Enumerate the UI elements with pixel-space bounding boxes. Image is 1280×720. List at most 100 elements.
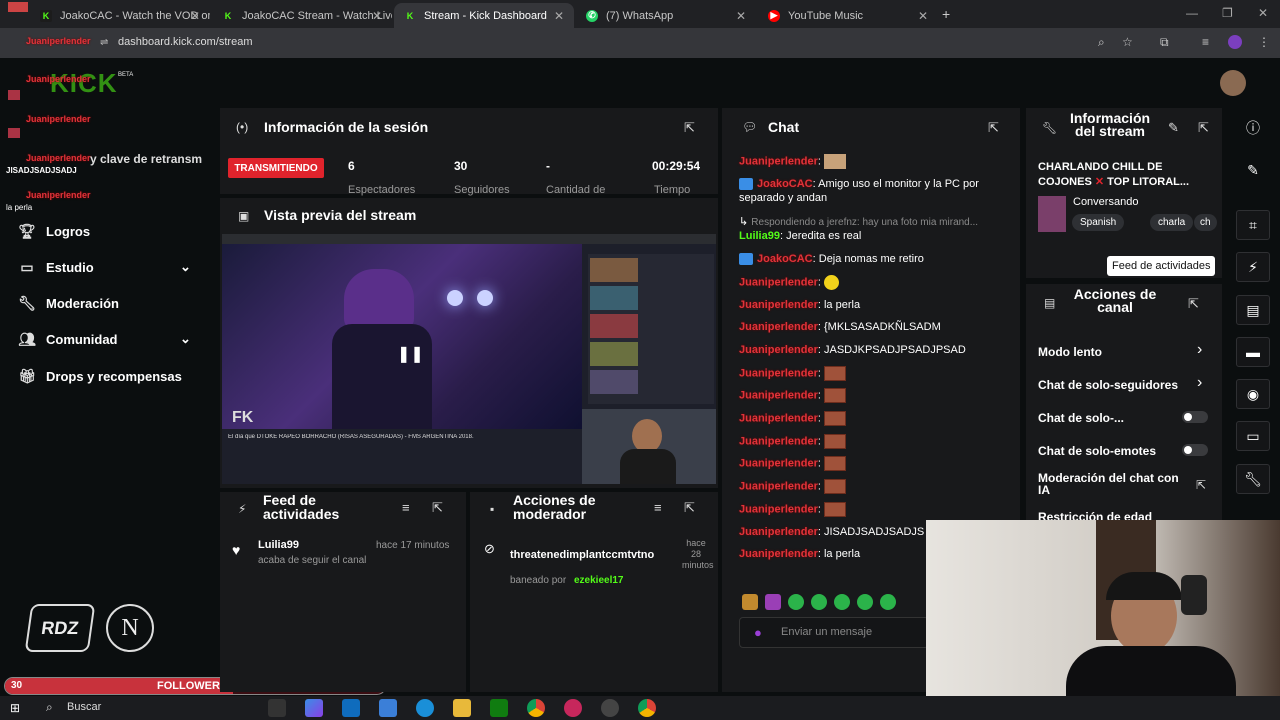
emote-icon[interactable] — [834, 594, 850, 610]
edge-icon[interactable] — [416, 699, 434, 717]
chat-username[interactable]: JoakoCAC — [757, 178, 813, 190]
chat-username[interactable]: Juaniperlender — [739, 435, 818, 447]
chat-username[interactable]: Juaniperlender — [739, 321, 818, 333]
activity-bolt-icon[interactable]: ⚡︎ — [1236, 252, 1270, 282]
popout-icon[interactable]: ⇱ — [1188, 296, 1199, 312]
emote-icon[interactable] — [880, 594, 896, 610]
search-icon[interactable]: ⌕ — [46, 700, 53, 715]
external-link-icon[interactable]: ⇱ — [1196, 478, 1206, 492]
emote-icon[interactable] — [788, 594, 804, 610]
maximize-icon[interactable]: ❐ — [1222, 6, 1233, 20]
chat-username[interactable]: Juaniperlender — [739, 155, 818, 167]
filter-icon[interactable]: ≡ — [402, 500, 410, 515]
sidebar-item-drops[interactable]: 🎁︎ Drops y recompensas — [18, 368, 182, 385]
broadcast-icon[interactable]: ◉ — [1236, 379, 1270, 409]
tab-dashboard[interactable]: K Stream - Kick Dashboard ✕ — [394, 3, 574, 28]
sidebar-item-estudio[interactable]: ▭ Estudio ⌄ — [18, 259, 198, 276]
close-icon[interactable]: ✕ — [554, 9, 564, 23]
popout-icon[interactable]: ⇱ — [988, 120, 999, 136]
camera-icon[interactable]: ⌗ — [1236, 210, 1270, 240]
windows-start-icon[interactable]: ⊞ — [10, 701, 20, 715]
app-icon[interactable] — [564, 699, 582, 717]
chat-username[interactable]: Juaniperlender — [739, 503, 818, 515]
chrome-icon[interactable] — [638, 699, 656, 717]
chat-username[interactable]: Juaniperlender — [739, 367, 818, 379]
setting-age-restriction[interactable]: Restricción de edad — [1038, 510, 1152, 520]
tag-chip[interactable]: charla — [1150, 214, 1194, 231]
chrome-icon[interactable] — [527, 699, 545, 717]
extensions-icon[interactable]: ⧉ — [1160, 35, 1169, 50]
mod-target-user[interactable]: threatenedimplantccmtvtno — [510, 549, 654, 561]
tab-live[interactable]: K JoakoCAC Stream - Watch Live ✕ — [212, 3, 392, 28]
browser-menu-icon[interactable]: ⋮ — [1258, 35, 1270, 49]
edit-pencil-icon[interactable]: ✎ — [1236, 155, 1270, 185]
mod-actor[interactable]: ezekieel17 — [574, 575, 624, 586]
emotes-only-toggle[interactable] — [1182, 444, 1208, 456]
minimize-icon[interactable]: — — [1186, 6, 1198, 20]
window-close-icon[interactable]: ✕ — [1258, 6, 1268, 20]
profile-avatar[interactable] — [1228, 35, 1242, 49]
wrench-icon[interactable]: 🔧︎ — [1236, 464, 1270, 494]
chat-username[interactable]: Juaniperlender — [739, 390, 818, 402]
popout-icon[interactable]: ⇱ — [432, 500, 443, 516]
emote-icon[interactable] — [742, 594, 758, 610]
edit-pencil-icon[interactable]: ✎ — [1168, 120, 1179, 136]
user-avatar[interactable] — [1220, 70, 1246, 96]
info-icon[interactable]: ⓘ — [1236, 113, 1270, 143]
chevron-right-icon[interactable]: › — [1197, 374, 1202, 392]
category-name[interactable]: Conversando — [1073, 196, 1138, 208]
tag-chip[interactable]: Spanish — [1072, 214, 1125, 231]
chat-bubble-icon[interactable]: ▬ — [1236, 337, 1270, 367]
tab-youtube-music[interactable]: ▶ YouTube Music ✕ — [758, 3, 938, 28]
close-icon[interactable]: ✕ — [372, 9, 382, 23]
chat-username[interactable]: Juaniperlender — [739, 548, 818, 560]
chat-username[interactable]: Juaniperlender — [739, 344, 818, 356]
chat-username[interactable]: Luilia99 — [739, 230, 780, 242]
sidebar-item-comunidad[interactable]: 👥︎ Comunidad ⌄ — [18, 331, 198, 348]
screen-icon[interactable]: ▭ — [1236, 421, 1270, 451]
sidebar-item-logros[interactable]: 🏆︎ Logros — [18, 223, 90, 240]
media-icon[interactable]: ≡ — [1202, 35, 1209, 49]
popout-icon[interactable]: ⇱ — [684, 120, 695, 136]
new-tab-button[interactable]: + — [942, 6, 950, 22]
chevron-right-icon[interactable]: › — [1197, 341, 1202, 359]
subs-only-toggle[interactable] — [1182, 411, 1208, 423]
mail-icon[interactable] — [379, 699, 397, 717]
bookmark-star-icon[interactable]: ☆ — [1122, 35, 1133, 49]
close-icon[interactable]: ✕ — [918, 9, 928, 23]
popout-icon[interactable]: ⇱ — [1198, 120, 1209, 136]
setting-slow-mode[interactable]: Modo lento — [1038, 345, 1102, 359]
taskbar-search[interactable]: Buscar — [67, 701, 101, 713]
task-view-icon[interactable] — [268, 699, 286, 717]
setting-ai-moderation[interactable]: Moderación del chat con IA — [1038, 472, 1188, 496]
store-icon[interactable] — [342, 699, 360, 717]
close-icon[interactable]: ✕ — [736, 9, 746, 23]
feed-username[interactable]: Luilia99 — [258, 539, 299, 551]
setting-followers-only[interactable]: Chat de solo-seguidores — [1038, 378, 1178, 392]
chat-username[interactable]: Juaniperlender — [739, 299, 818, 311]
filter-icon[interactable]: ≡ — [654, 500, 662, 515]
zoom-icon[interactable]: ⌕ — [1098, 35, 1105, 50]
copilot-icon[interactable] — [305, 699, 323, 717]
emote-icon[interactable] — [857, 594, 873, 610]
popout-icon[interactable]: ⇱ — [684, 500, 695, 516]
obs-icon[interactable] — [601, 699, 619, 717]
document-icon[interactable]: ▤ — [1236, 295, 1270, 325]
explorer-icon[interactable] — [453, 699, 471, 717]
chat-username[interactable]: Juaniperlender — [739, 481, 818, 493]
chat-username[interactable]: Juaniperlender — [739, 458, 818, 470]
sidebar-item-moderacion[interactable]: 🔧︎ Moderación — [18, 295, 119, 312]
emote-icon[interactable] — [765, 594, 781, 610]
chat-input[interactable]: ● Enviar un mensaje — [739, 617, 929, 648]
chat-username[interactable]: Juaniperlender — [739, 276, 818, 288]
chat-username[interactable]: Juaniperlender — [739, 412, 818, 424]
chat-username[interactable]: JoakoCAC — [757, 253, 813, 265]
xbox-icon[interactable] — [490, 699, 508, 717]
tag-chip[interactable]: ch — [1194, 214, 1217, 231]
tab-whatsapp[interactable]: ✆ (7) WhatsApp ✕ — [576, 3, 756, 28]
pause-icon[interactable]: ❚❚ — [397, 344, 424, 364]
chat-username[interactable]: Juaniperlender — [739, 526, 818, 538]
microphone-icon[interactable]: ● — [754, 625, 762, 640]
emote-icon[interactable] — [811, 594, 827, 610]
stream-preview-video[interactable]: ❚❚ FK El día que DTOKE RAPEÓ BORRACHO (R… — [222, 234, 716, 484]
